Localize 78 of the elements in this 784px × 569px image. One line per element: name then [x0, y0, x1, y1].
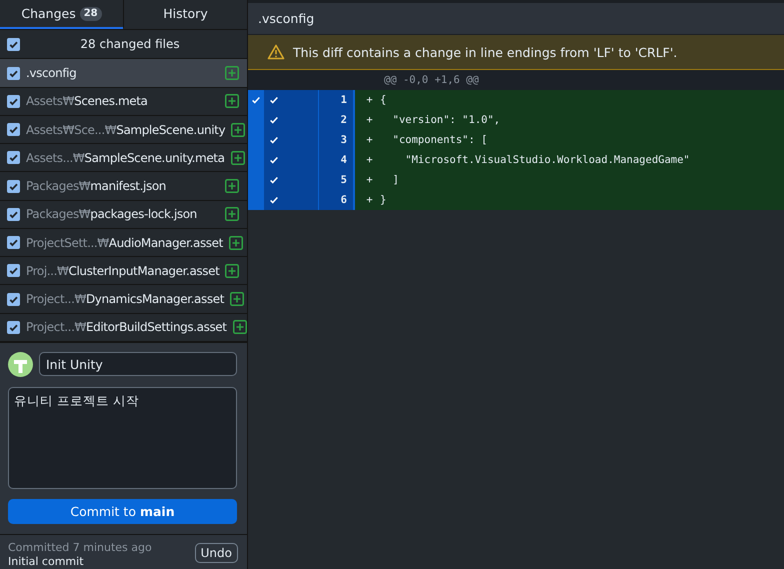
file-path: Packages₩manifest.json — [26, 179, 167, 194]
line-include-toggle[interactable] — [269, 175, 279, 185]
plus-square-icon — [228, 236, 243, 250]
checkbox[interactable] — [7, 38, 20, 51]
code-line: "components": [ — [392, 134, 488, 146]
file-path: Project...₩DynamicsManager.asset — [26, 292, 224, 306]
plus-square-icon — [231, 122, 246, 137]
added-marker: + — [365, 154, 374, 166]
file-title: .vsconfig — [248, 3, 784, 35]
file-path: ProjectSett...₩AudioManager.asset — [26, 236, 223, 250]
code-line: ] — [392, 174, 399, 186]
line-number: 6 — [318, 190, 355, 210]
file-path: Project...₩EditorBuildSettings.asset — [26, 320, 227, 334]
line-include-toggle[interactable] — [269, 115, 279, 125]
added-marker: + — [365, 114, 374, 126]
file-path: .vsconfig — [26, 66, 78, 80]
added-marker: + — [365, 174, 374, 186]
changed-files-count: 28 changed files — [79, 37, 181, 52]
code-line: { — [380, 94, 386, 106]
line-number: 1 — [318, 90, 355, 110]
checkbox[interactable] — [7, 236, 20, 250]
line-include-toggle[interactable] — [269, 95, 279, 105]
code-line: "Microsoft.VisualStudio.Workload.ManagedGame" — [404, 154, 690, 166]
file-row[interactable]: Assets...₩SampleScene.unity.meta — [0, 144, 247, 172]
line-number: 4 — [318, 150, 355, 170]
line-include-toggle[interactable] — [269, 195, 279, 205]
avatar-icon — [8, 352, 33, 377]
count-badge: 28 — [80, 6, 102, 21]
file-path: Assets₩Sce...₩SampleScene.unity — [26, 122, 226, 137]
checkbox[interactable] — [7, 66, 20, 80]
line-number: 5 — [318, 170, 355, 190]
checkbox[interactable] — [7, 292, 20, 306]
plus-square-icon — [225, 94, 239, 108]
hunk-handle[interactable] — [248, 90, 264, 210]
checkbox[interactable] — [7, 208, 20, 221]
description-field[interactable]: 유니티 프로젝트 시작 — [8, 386, 237, 489]
checkbox[interactable] — [7, 320, 20, 334]
line-ending-warning: This diff contains a change in line endings from 'LF' to 'CRLF'. — [293, 44, 678, 60]
line-include-toggle[interactable] — [269, 135, 279, 145]
added-marker: + — [365, 134, 374, 146]
file-row[interactable]: Packages₩manifest.json — [0, 172, 247, 201]
hunk-header: @@ -0,0 +1,6 @@ — [383, 74, 479, 86]
plus-square-icon — [225, 179, 239, 194]
file-row[interactable]: ProjectSett...₩AudioManager.asset — [0, 228, 247, 258]
added-marker: + — [365, 94, 374, 106]
file-row[interactable]: Packages₩packages-lock.json — [0, 200, 247, 229]
checkbox[interactable] — [7, 123, 20, 136]
plus-square-icon — [230, 292, 244, 306]
file-path: Packages₩packages-lock.json — [26, 207, 198, 222]
file-row[interactable]: Proj...₩ClusterInputManager.asset — [0, 257, 247, 286]
checkbox[interactable] — [7, 94, 20, 108]
commit-time: Committed 7 minutes ago — [8, 540, 153, 555]
line-include-toggle[interactable] — [269, 155, 279, 165]
file-row[interactable]: Assets₩Sce...₩SampleScene.unity — [0, 116, 247, 144]
commit-message: Initial commit — [8, 554, 85, 569]
file-path: Assets₩Scenes.meta — [26, 94, 149, 108]
summary-field[interactable]: Init Unity — [39, 352, 237, 376]
plus-square-icon — [225, 264, 240, 278]
code-line: "version": "1.0", — [392, 114, 500, 126]
line-number: 2 — [318, 110, 355, 130]
plus-square-icon — [232, 320, 247, 334]
commit-button[interactable]: Commit to main — [8, 498, 237, 524]
warning-icon — [267, 44, 285, 60]
file-row[interactable]: .vsconfig — [0, 59, 247, 88]
added-marker: + — [365, 194, 374, 206]
file-path: Proj...₩ClusterInputManager.asset — [26, 264, 220, 278]
checkbox[interactable] — [7, 264, 20, 278]
checkbox[interactable] — [7, 151, 20, 164]
line-number: 3 — [318, 130, 355, 150]
plus-square-icon — [230, 150, 245, 165]
checkbox[interactable] — [7, 180, 20, 193]
plus-square-icon — [225, 66, 239, 80]
file-row[interactable]: Project...₩DynamicsManager.asset — [0, 285, 247, 314]
plus-square-icon — [225, 207, 239, 222]
file-path: Assets...₩SampleScene.unity.meta — [26, 150, 225, 165]
undo-button[interactable]: Undo — [194, 542, 238, 563]
code-line: } — [380, 194, 386, 206]
file-row[interactable]: Assets₩Scenes.meta — [0, 88, 247, 116]
